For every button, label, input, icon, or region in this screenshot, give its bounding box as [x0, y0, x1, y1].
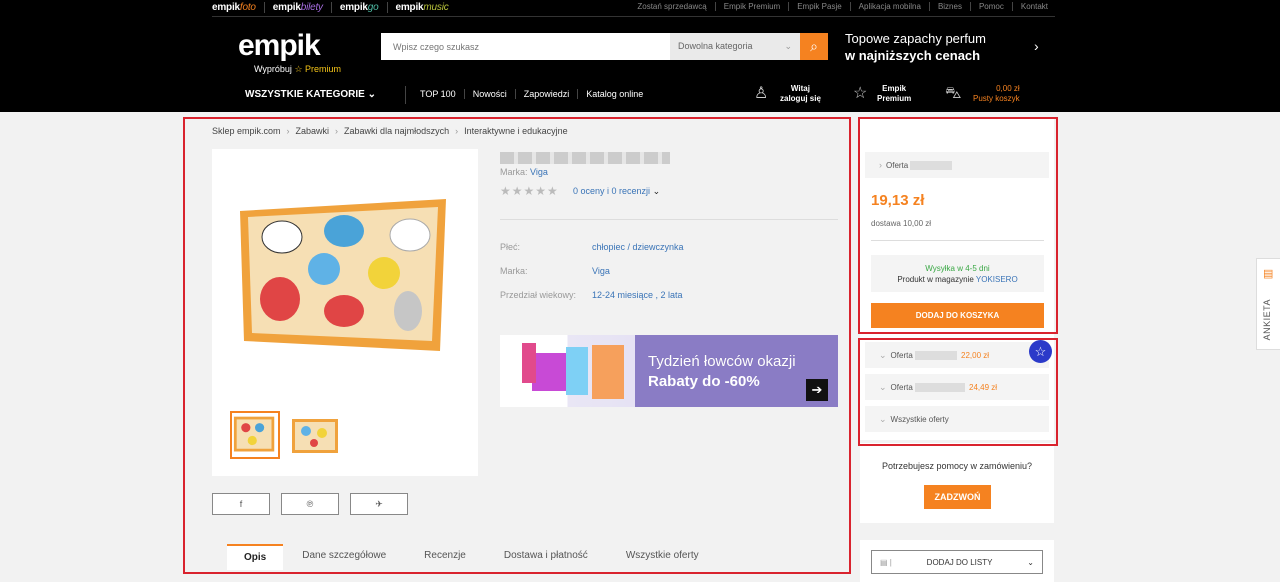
premium-menu[interactable]: ☆ Empik Premium	[853, 84, 911, 104]
highlight-box	[183, 117, 851, 574]
link-empik-premium[interactable]: Empik Premium	[716, 1, 790, 11]
chevron-down-icon: ⌄	[1027, 557, 1034, 567]
add-to-list-select[interactable]: ▤ | DODAJ DO LISTY ⌄	[871, 550, 1043, 574]
nav-upcoming[interactable]: Zapowiedzi	[516, 89, 579, 99]
service-bilety[interactable]: empikbilety	[273, 1, 332, 13]
highlight-box	[858, 117, 1058, 334]
service-links: empikfoto empikbilety empikgo empikmusic	[212, 0, 457, 14]
nav-catalog[interactable]: Katalog online	[578, 89, 651, 99]
divider	[405, 86, 406, 104]
chevron-down-icon: ⌄	[367, 89, 376, 100]
highlight-box	[858, 338, 1058, 446]
service-music[interactable]: empikmusic	[396, 2, 457, 13]
star-icon: ☆	[853, 85, 868, 102]
top-links: Zostań sprzedawcą Empik Premium Empik Pa…	[629, 0, 1048, 12]
main-nav: WSZYSTKIE KATEGORIE ⌄ TOP 100 Nowości Za…	[0, 80, 1280, 112]
login-button[interactable]: ♙ Witaj zaloguj się	[754, 84, 821, 104]
header: empikfoto empikbilety empikgo empikmusic…	[0, 0, 1280, 112]
search-icon: ⌕	[810, 38, 818, 54]
category-select[interactable]: Dowolna kategoria ⌄	[670, 33, 800, 60]
search-button[interactable]: ⌕	[800, 33, 828, 60]
link-become-seller[interactable]: Zostań sprzedawcą	[629, 1, 716, 11]
help-box: Potrzebujesz pomocy w zamówieniu? ZADZWO…	[860, 443, 1054, 523]
list-box: ▤ | DODAJ DO LISTY ⌄	[860, 540, 1054, 582]
list-icon: ▤ |	[880, 557, 892, 567]
chevron-down-icon: ⌄	[784, 41, 792, 51]
search-input[interactable]	[381, 33, 670, 60]
call-button[interactable]: ZADZWOŃ	[924, 485, 991, 509]
help-text: Potrzebujesz pomocy w zamówieniu?	[881, 461, 1033, 471]
all-categories-button[interactable]: WSZYSTKIE KATEGORIE ⌄	[245, 89, 376, 100]
link-mobile-app[interactable]: Aplikacja mobilna	[851, 1, 930, 11]
clipboard-icon: ▤	[1263, 268, 1274, 280]
cart-button[interactable]: ⛍ 0,00 zł Pusty koszyk	[945, 84, 1020, 104]
service-go[interactable]: empikgo	[340, 1, 388, 13]
service-foto[interactable]: empikfoto	[212, 1, 265, 13]
promo-text[interactable]: Topowe zapachy perfum w najniższych cenac…	[845, 30, 986, 64]
nav-top100[interactable]: TOP 100	[420, 89, 465, 99]
nav-links: TOP 100 Nowości Zapowiedzi Katalog onlin…	[420, 89, 651, 99]
star-icon: ☆	[294, 64, 303, 74]
premium-teaser[interactable]: Wypróbuj ☆ Premium	[254, 64, 341, 75]
divider	[212, 16, 1055, 17]
link-help[interactable]: Pomoc	[971, 1, 1013, 11]
user-icon: ♙	[754, 85, 769, 102]
logo[interactable]: empik	[238, 29, 321, 63]
link-contact[interactable]: Kontakt	[1013, 2, 1048, 11]
nav-new[interactable]: Nowości	[465, 89, 516, 99]
link-business[interactable]: Biznes	[930, 1, 971, 11]
link-empik-pasje[interactable]: Empik Pasje	[789, 1, 851, 11]
chevron-right-icon[interactable]: ›	[1034, 38, 1039, 54]
cart-icon: ⛍	[945, 85, 962, 102]
survey-tab[interactable]: ▤ ANKIETA	[1256, 258, 1280, 350]
